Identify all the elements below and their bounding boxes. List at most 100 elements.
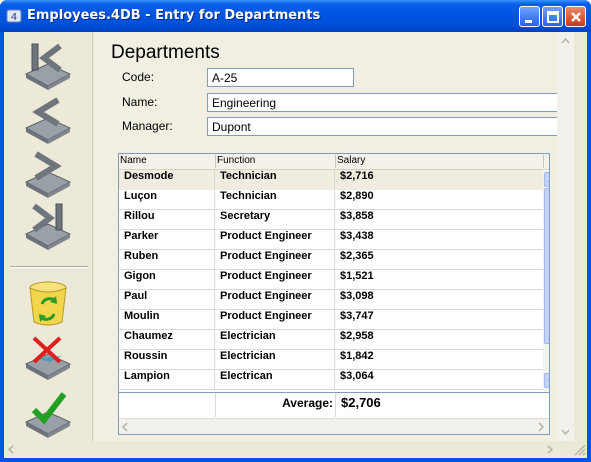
list-vertical-scrollbar[interactable] [543,171,550,391]
cell-function: Electrician [215,350,335,370]
app-icon[interactable]: 4 [6,8,22,24]
maximize-icon [547,11,559,23]
status-bar [4,441,574,458]
cell-salary: $3,747 [340,310,374,322]
scroll-thumb[interactable] [544,188,550,345]
window-title: Employees.4DB - Entry for Departments [27,8,321,23]
column-header-salary[interactable]: Salary [337,155,365,166]
cell-name: Rillou [119,210,215,230]
chevron-down-icon [548,380,549,382]
cell-salary: $3,098 [340,290,374,302]
close-button[interactable] [565,6,586,27]
table-row[interactable]: Rillou Secretary $3,858 [119,210,543,230]
cell-function: Technician [215,170,335,190]
manager-label: Manager: [122,119,173,133]
table-row[interactable]: Moulin Product Engineer $3,747 [119,310,543,330]
cell-salary: $2,890 [340,190,374,202]
form-hscroll-arrows [7,445,554,454]
toolbar-separator [10,266,88,268]
cancel-icon[interactable] [22,334,74,386]
average-value: $2,706 [341,395,381,410]
cell-salary: $1,842 [340,350,374,362]
average-label: Average: [282,396,333,410]
record-toolbar [4,32,93,458]
app-window: 4 Employees.4DB - Entry for Departments [0,0,591,462]
grip-icon [545,189,550,345]
minimize-icon [525,20,532,23]
cell-name: Paul [119,290,215,310]
resize-grip-icon[interactable] [571,441,587,458]
svg-text:4: 4 [11,12,17,23]
cell-salary: $2,365 [340,250,374,262]
cell-salary: $2,716 [335,170,543,190]
table-row[interactable]: Roussin Electrician $1,842 [119,350,543,370]
cell-name: Lampion [119,370,215,390]
minimize-button[interactable] [519,6,540,27]
department-form: Departments Code: A-25 Name: Engineering… [94,32,559,458]
previous-record-icon[interactable] [22,94,74,146]
form-scroll-arrows [561,37,570,436]
scroll-up-button[interactable] [544,172,549,187]
cell-name: Roussin [119,350,215,370]
cell-function: Electrician [215,330,335,350]
cell-function: Technician [215,190,335,210]
column-header-name[interactable]: Name [120,155,147,166]
cell-name: Parker [119,230,215,250]
list-footer: Average: $2,706 [119,392,549,417]
form-heading: Departments [111,42,220,63]
list-horizontal-scrollbar[interactable] [119,418,549,434]
table-row[interactable]: Lampion Electrican $3,064 [119,370,543,390]
column-divider[interactable] [215,155,216,168]
cell-function: Secretary [215,210,335,230]
name-field[interactable]: Engineering [207,93,559,112]
cell-name: Luçon [119,190,215,210]
window-client: Departments Code: A-25 Name: Engineering… [4,32,587,458]
table-row[interactable]: Parker Product Engineer $3,438 [119,230,543,250]
cell-salary: $1,521 [340,270,374,282]
table-row[interactable]: Ruben Product Engineer $2,365 [119,250,543,270]
cell-name: Desmode [119,170,215,190]
form-vertical-scrollbar[interactable] [557,32,574,458]
cell-function: Product Engineer [215,310,335,330]
column-header-function[interactable]: Function [217,155,255,166]
cell-name: Gigon [119,270,215,290]
code-label: Code: [122,70,155,84]
accept-icon[interactable] [22,390,74,442]
cell-function: Product Engineer [215,270,335,290]
cell-function: Electrican [215,370,335,390]
cell-name: Moulin [119,310,215,330]
next-record-icon[interactable] [22,148,74,200]
cell-name: Ruben [119,250,215,270]
maximize-button[interactable] [542,6,563,27]
list-header: Name Function Salary [119,154,549,170]
table-row[interactable]: Luçon Technician $2,890 [119,190,543,210]
chevron-up-icon [548,180,549,182]
cell-name: Chaumez [119,330,215,350]
name-label: Name: [122,95,158,109]
delete-record-icon[interactable] [22,278,74,330]
cell-function: Product Engineer [215,250,335,270]
table-row[interactable]: Gigon Product Engineer $1,521 [119,270,543,290]
table-row[interactable]: Chaumez Electrician $2,958 [119,330,543,350]
cell-function: Product Engineer [215,290,335,310]
code-field[interactable]: A-25 [207,68,354,87]
cell-salary: $3,064 [340,370,374,382]
employees-list[interactable]: Name Function Salary Desmode Technician $2… [118,153,550,435]
cell-salary: $2,958 [340,330,374,342]
last-record-icon[interactable] [22,200,74,252]
title-bar[interactable]: 4 Employees.4DB - Entry for Departments [0,0,591,32]
close-icon [571,12,581,22]
first-record-icon[interactable] [22,40,74,92]
scroll-down-button[interactable] [544,373,549,388]
table-row[interactable]: Desmode Technician $2,716 [119,170,543,190]
cell-salary: $3,438 [340,230,374,242]
horizontal-scroll-arrows [121,422,545,432]
manager-field[interactable]: Dupont [207,117,559,136]
footer-divider [215,393,216,417]
cell-function: Product Engineer [215,230,335,250]
cell-salary: $3,858 [340,210,374,222]
column-divider[interactable] [543,155,544,168]
list-rows: Desmode Technician $2,716 Luçon Technician $2… [119,170,543,390]
column-divider[interactable] [335,155,336,168]
table-row[interactable]: Paul Product Engineer $3,098 [119,290,543,310]
